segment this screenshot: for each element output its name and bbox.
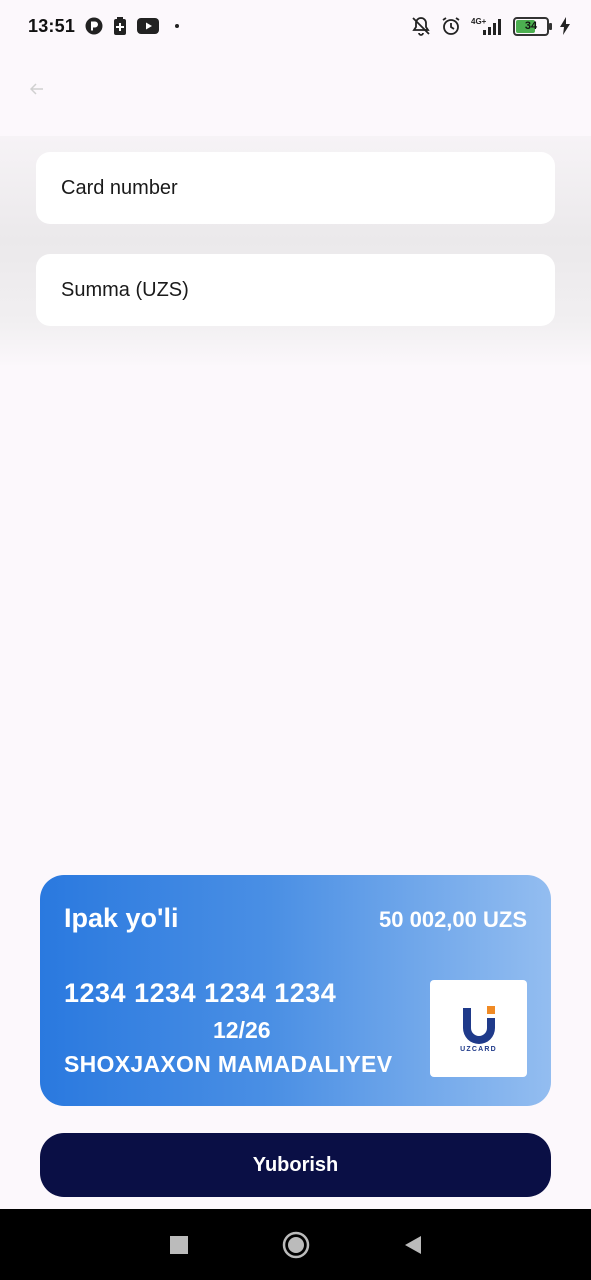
home-icon [282,1231,309,1258]
navigation-bar [0,1209,591,1280]
status-bar: 13:51 4G+ 34 [0,0,591,52]
card-expiry: 12/26 [213,1017,271,1043]
summa-placeholder: Summa (UZS) [61,278,189,301]
bank-name: Ipak yo'li [64,903,179,933]
battery-level: 34 [524,20,538,32]
summa-input[interactable]: Summa (UZS) [36,254,555,326]
bank-card[interactable]: Ipak yo'li 50 002,00 UZS 1234 1234 1234 … [40,875,551,1106]
status-time: 13:51 [28,15,76,36]
uzcard-logo-text: UZCARD [460,1046,497,1053]
battery-saver-icon [113,17,127,35]
card-number-input[interactable]: Card number [36,152,555,224]
p-app-icon [85,17,103,35]
bell-off-icon [411,16,431,36]
recents-icon [169,1235,188,1254]
home-button[interactable] [271,1220,321,1270]
back-arrow-icon[interactable] [29,82,44,100]
back-button[interactable] [388,1220,438,1270]
card-balance: 50 002,00 UZS [379,907,527,932]
battery-icon: 34 [513,16,552,36]
status-bar-right: 4G+ 34 [411,16,571,36]
charging-icon [559,17,571,35]
card-number: 1234 1234 1234 1234 [64,978,337,1008]
svg-text:4G+: 4G+ [471,17,487,26]
recents-button[interactable] [154,1220,204,1270]
dot-icon [175,24,180,28]
send-button-label: Yuborish [252,1153,339,1176]
status-bar-left: 13:51 [28,15,180,37]
signal-4g-icon: 4G+ [471,16,503,36]
card-number-placeholder: Card number [61,176,178,199]
youtube-icon [137,18,160,34]
alarm-icon [441,16,461,36]
uzcard-logo: UZCARD [430,980,527,1077]
send-button[interactable]: Yuborish [40,1133,551,1197]
card-holder: SHOXJAXON MAMADALIYEV [64,1051,393,1077]
uzcard-logo-icon [462,1006,495,1044]
back-icon [404,1235,421,1254]
